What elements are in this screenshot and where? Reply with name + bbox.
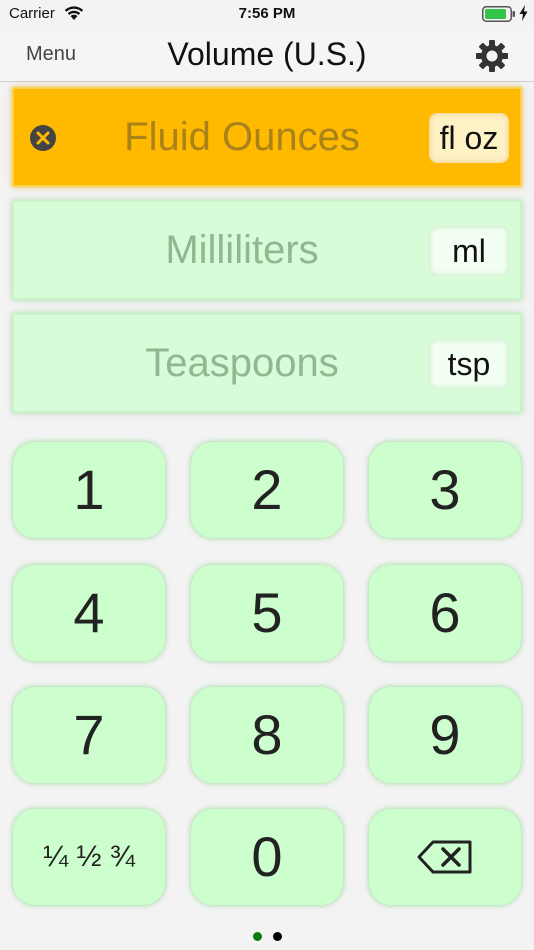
key-8[interactable]: 8	[191, 687, 343, 783]
backspace-icon	[417, 840, 472, 874]
unit-abbreviation-badge[interactable]: fl oz	[429, 113, 509, 163]
unit-row-fluid-ounces[interactable]: Fluid Ounces fl oz	[12, 87, 522, 187]
unit-abbreviation-badge[interactable]: ml	[429, 226, 509, 276]
key-1[interactable]: 1	[13, 442, 165, 538]
key-9[interactable]: 9	[369, 687, 521, 783]
unit-row-teaspoons[interactable]: Teaspoons tsp	[12, 313, 522, 413]
status-bar: Carrier 7:56 PM	[0, 0, 534, 30]
backspace-key[interactable]	[369, 809, 521, 905]
unit-name: Teaspoons	[145, 341, 339, 385]
key-6[interactable]: 6	[369, 565, 521, 661]
battery-icon	[482, 6, 515, 22]
charging-bolt-icon	[519, 5, 528, 21]
page-dot-active[interactable]	[253, 932, 262, 941]
key-fractions[interactable]: ¼ ½ ¾	[13, 809, 165, 905]
key-5[interactable]: 5	[191, 565, 343, 661]
navigation-bar: Menu Volume (U.S.)	[0, 30, 534, 82]
key-3[interactable]: 3	[369, 442, 521, 538]
unit-name: Fluid Ounces	[124, 115, 360, 159]
key-0[interactable]: 0	[191, 809, 343, 905]
page-indicator[interactable]	[0, 930, 534, 944]
unit-name: Milliliters	[165, 228, 319, 272]
key-7[interactable]: 7	[13, 687, 165, 783]
page-title: Volume (U.S.)	[167, 36, 367, 72]
page-dot[interactable]	[273, 932, 282, 941]
status-time: 7:56 PM	[238, 5, 296, 22]
gear-icon[interactable]	[474, 38, 510, 74]
key-2[interactable]: 2	[191, 442, 343, 538]
unit-abbreviation-badge[interactable]: tsp	[429, 339, 509, 389]
key-4[interactable]: 4	[13, 565, 165, 661]
unit-row-milliliters[interactable]: Milliliters ml	[12, 200, 522, 300]
